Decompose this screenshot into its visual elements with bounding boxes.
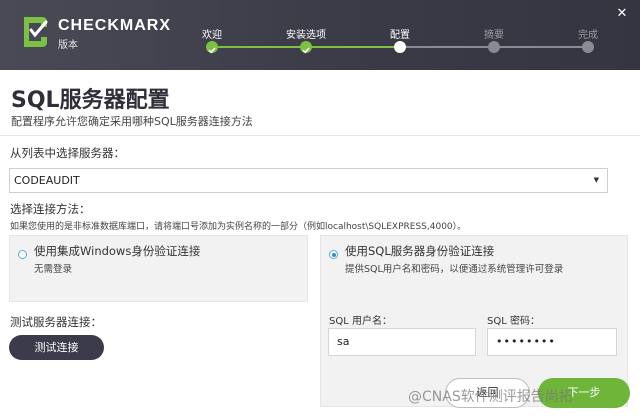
sql-password-label: SQL 密码： <box>487 316 540 327</box>
step-current-icon <box>394 41 406 53</box>
page-title: SQL服务器配置 <box>11 88 170 113</box>
brand-name: CHECKMARX <box>58 17 171 34</box>
windows-auth-desc: 无需登录 <box>34 264 73 275</box>
test-connection-button[interactable]: 测试连接 <box>9 335 104 360</box>
sql-password-input[interactable]: •••••••• <box>487 328 617 356</box>
close-button[interactable]: ✕ <box>614 6 630 22</box>
sql-auth-radio[interactable] <box>329 250 338 259</box>
connection-method-hint: 如果您使用的是非标准数据库端口，请将端口号添加为实例名称的一部分（例如local… <box>10 222 467 232</box>
sql-auth-desc: 提供SQL用户名和密码，以便通过系统管理许可登录 <box>345 264 564 275</box>
sql-auth-title: 使用SQL服务器身份验证连接 <box>345 244 495 258</box>
step-done-icon <box>206 41 218 54</box>
test-connection-label: 测试服务器连接： <box>10 315 102 329</box>
watermark: @CNAS软件测评报告尚拓 <box>408 389 573 405</box>
step-label: 摘要 <box>484 30 504 41</box>
server-select-value: CODEAUDIT <box>14 174 80 187</box>
windows-auth-title: 使用集成Windows身份验证连接 <box>34 244 201 258</box>
sql-username-label: SQL 用户名： <box>329 316 392 327</box>
wizard-header: CHECKMARX 版本 ✕ 欢迎 安装选项 配置 摘要 完成 <box>0 0 640 70</box>
step-pending-icon <box>582 41 594 53</box>
step-done-icon <box>300 41 312 54</box>
connection-method-label: 选择连接方法： <box>10 202 91 216</box>
server-select[interactable]: CODEAUDIT ▼ <box>9 168 608 193</box>
checkmarx-logo-icon <box>24 17 48 47</box>
windows-auth-option[interactable]: 使用集成Windows身份验证连接 无需登录 <box>9 235 308 302</box>
server-select-label: 从列表中选择服务器： <box>10 146 125 160</box>
step-label: 配置 <box>390 30 410 41</box>
step-label: 安装选项 <box>286 30 326 41</box>
sql-username-input[interactable]: sa <box>328 328 476 356</box>
page-subtitle: 配置程序允许您确定采用哪种SQL服务器连接方法 <box>11 115 253 128</box>
brand-edition: 版本 <box>58 40 78 51</box>
step-pending-icon <box>488 41 500 53</box>
step-label: 欢迎 <box>202 30 222 41</box>
step-label: 完成 <box>578 30 598 41</box>
divider <box>0 135 640 136</box>
windows-auth-radio[interactable] <box>18 250 27 259</box>
dropdown-arrow-icon: ▼ <box>593 176 599 184</box>
